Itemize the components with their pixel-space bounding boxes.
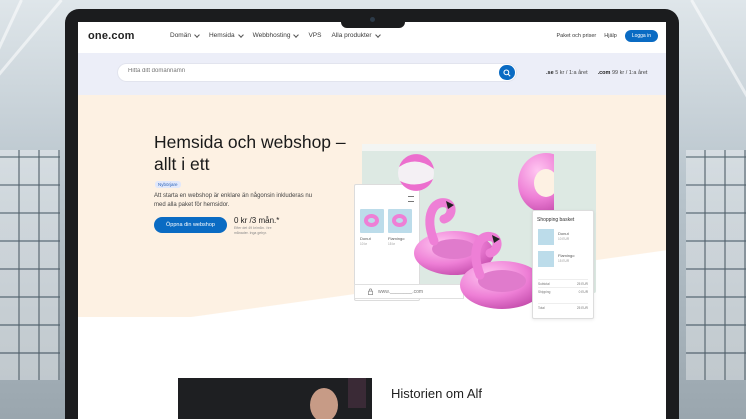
lock-icon <box>368 288 373 295</box>
hero-description: Att starta en webshop är enklare än någo… <box>154 193 313 208</box>
basket-row: Shipping 0 EUR <box>538 287 588 294</box>
nav-right: Paket och priser Hjälp Logga in <box>557 30 658 42</box>
chevron-down-icon <box>374 31 381 38</box>
basket-item-price: 10 EUR <box>558 237 570 241</box>
basket-row: Total 25 EUR <box>538 303 588 310</box>
search-icon <box>503 68 511 77</box>
camera-icon <box>370 17 375 22</box>
hero-price: 0 kr /3 mån.* <box>234 216 280 225</box>
nav-webhosting[interactable]: Webbhosting <box>253 31 300 39</box>
hero-title: Hemsida och webshop – allt i ett <box>154 132 346 174</box>
person-photo <box>310 388 338 419</box>
photo-backdrop <box>348 378 366 408</box>
nav-packages-prices[interactable]: Paket och priser <box>557 33 597 39</box>
nav-help[interactable]: Hjälp <box>604 33 617 39</box>
window-grid-left <box>0 150 60 380</box>
search-button[interactable] <box>499 65 515 80</box>
open-webshop-button[interactable]: Öppna din webshop <box>154 217 227 233</box>
basket-row: Subtotal 25 EUR <box>538 279 588 286</box>
donut-icon <box>364 214 379 227</box>
chevron-down-icon <box>293 31 300 38</box>
nav-vps[interactable]: VPS <box>308 32 321 39</box>
nav-links: Domän Hemsida Webbhosting VPS Alla produ… <box>170 31 381 39</box>
basket-title: Shopping basket <box>537 217 575 223</box>
domain-search-box <box>118 64 516 81</box>
beach-ball-icon <box>398 154 434 191</box>
story-title: Historien om Alf <box>391 386 483 401</box>
chevron-down-icon <box>194 31 200 38</box>
nav-domain[interactable]: Domän <box>170 31 200 39</box>
laptop-screen: one.com Domän Hemsida Webbhosting VPS Al… <box>78 22 666 419</box>
basket-item-name: Donut <box>558 231 569 236</box>
price-note: Efter det 49 kr/mån. i tre månader. Inga… <box>234 226 272 235</box>
beginner-tag: Nybörjare <box>155 181 181 188</box>
domain-search-input[interactable] <box>128 68 488 74</box>
donut-ring-icon <box>518 153 554 213</box>
login-button[interactable]: Logga in <box>624 30 658 42</box>
basket-item-price: 15 EUR <box>558 259 570 263</box>
chevron-down-icon <box>237 31 244 38</box>
inflatables-illustration <box>398 153 554 309</box>
ceiling-beam <box>690 0 746 131</box>
tld-price-com: .com 99 kr / 1:a året <box>597 70 648 76</box>
basket-thumb-flamingo <box>538 251 554 267</box>
site-logo[interactable]: one.com <box>88 30 135 42</box>
shopping-basket-mockup: Shopping basket Donut 10 EUR Flamingo 15… <box>532 210 594 319</box>
ceiling-beam <box>0 0 63 93</box>
phone-item-price: 10 kr <box>360 242 368 246</box>
basket-item-name: Flamingo <box>558 253 575 258</box>
phone-item-name: Donut <box>360 236 371 241</box>
domain-search-band: .se 5 kr / 1:a året .com 99 kr / 1:a åre… <box>78 53 666 95</box>
basket-thumb-donut <box>538 229 554 245</box>
hero-section: Hemsida och webshop – allt i ett Nybörja… <box>78 95 666 319</box>
story-photo <box>178 378 372 419</box>
tld-price-se: .se 5 kr / 1:a året <box>546 70 588 76</box>
tld-prices: .se 5 kr / 1:a året .com 99 kr / 1:a åre… <box>546 70 647 76</box>
window-grid-right <box>686 150 746 380</box>
product-thumb-donut <box>360 209 384 233</box>
nav-all-products[interactable]: Alla produkter <box>331 31 381 39</box>
nav-website[interactable]: Hemsida <box>209 31 244 39</box>
